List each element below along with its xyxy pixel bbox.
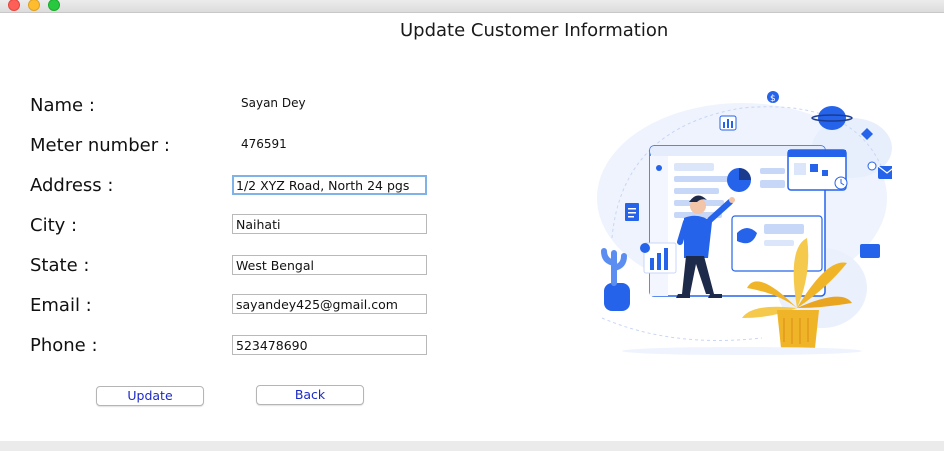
window-bottom-edge: [0, 441, 944, 451]
email-label: Email :: [30, 295, 92, 316]
dashboard-analytics-illustration: $: [597, 91, 892, 355]
meter-number-label: Meter number :: [30, 135, 170, 156]
svg-text:$: $: [770, 94, 776, 104]
email-input[interactable]: [232, 294, 427, 314]
close-window-button[interactable]: [8, 0, 20, 11]
window-titlebar: [0, 0, 944, 13]
minimize-window-button[interactable]: [28, 0, 40, 11]
zoom-window-button[interactable]: [48, 0, 60, 11]
address-input[interactable]: [232, 175, 427, 195]
city-label: City :: [30, 215, 78, 236]
state-input[interactable]: [232, 255, 427, 275]
name-value: Sayan Dey: [241, 96, 306, 110]
address-label: Address :: [30, 175, 114, 196]
back-button[interactable]: Back: [256, 385, 364, 405]
state-label: State :: [30, 255, 90, 276]
page-title: Update Customer Information: [400, 20, 669, 41]
city-input[interactable]: [232, 214, 427, 234]
update-button[interactable]: Update: [96, 386, 204, 406]
meter-number-value: 476591: [241, 137, 287, 151]
phone-input[interactable]: [232, 335, 427, 355]
phone-label: Phone :: [30, 335, 98, 356]
name-label: Name :: [30, 95, 95, 116]
